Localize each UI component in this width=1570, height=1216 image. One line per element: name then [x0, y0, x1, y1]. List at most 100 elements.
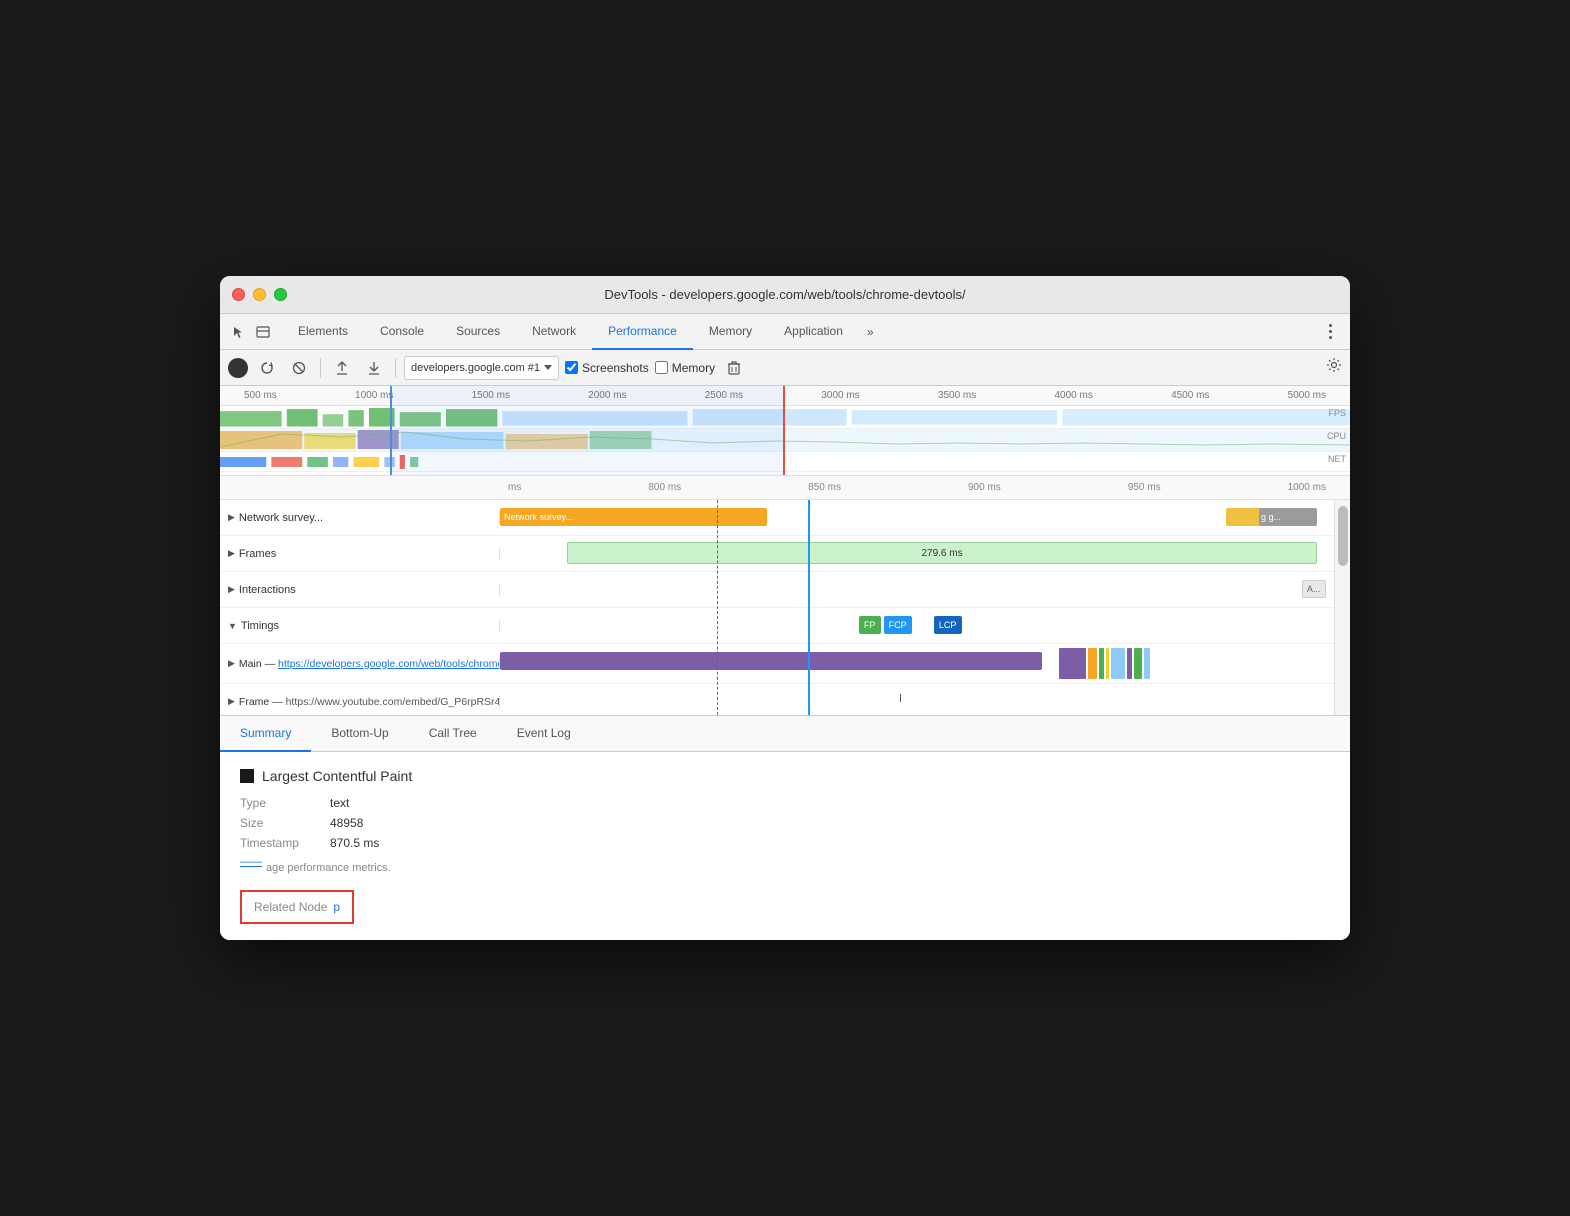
row-content-frame — [500, 684, 1334, 715]
clear-button[interactable] — [286, 355, 312, 381]
tab-elements[interactable]: Elements — [282, 314, 364, 350]
fps-overview-row: FPS — [220, 406, 1350, 429]
settings-button[interactable] — [1326, 357, 1342, 378]
main-thread-segments — [1059, 648, 1334, 679]
window-title: DevTools - developers.google.com/web/too… — [604, 287, 965, 302]
tab-summary[interactable]: Summary — [220, 716, 311, 752]
more-tabs[interactable]: » — [859, 325, 882, 339]
tab-sources[interactable]: Sources — [440, 314, 516, 350]
toolbar-separator-2 — [395, 358, 396, 378]
tab-event-log[interactable]: Event Log — [497, 716, 591, 752]
row-label-network-survey[interactable]: ▶ Network survey... — [220, 512, 500, 524]
performance-toolbar: developers.google.com #1 Screenshots Mem… — [220, 350, 1350, 386]
size-value: 48958 — [330, 816, 363, 830]
trash-button[interactable] — [721, 355, 747, 381]
toolbar-separator-1 — [320, 358, 321, 378]
row-label-frames[interactable]: ▶ Frames — [220, 548, 500, 560]
memory-checkbox[interactable] — [655, 361, 668, 374]
record-button[interactable] — [228, 358, 248, 378]
cpu-overview-row: CPU — [220, 429, 1350, 452]
expand-icon[interactable]: ▶ — [228, 512, 235, 523]
type-row: Type text — [240, 796, 1330, 810]
timestamp-label: Timestamp — [240, 836, 330, 850]
row-content-interactions: A... — [500, 572, 1334, 607]
url-selector[interactable]: developers.google.com #1 — [404, 356, 559, 380]
row-label-main[interactable]: ▶ Main — https://developers.google.com/w… — [220, 658, 500, 670]
lcp-icon — [240, 769, 254, 783]
type-label: Type — [240, 796, 330, 810]
row-content-main — [500, 644, 1334, 683]
screenshots-checkbox-group: Screenshots — [565, 361, 649, 375]
overview-ruler: 500 ms 1000 ms 1500 ms 2000 ms 2500 ms 3… — [220, 386, 1350, 406]
size-label: Size — [240, 816, 330, 830]
timestamp-row: Timestamp 870.5 ms — [240, 836, 1330, 850]
tab-performance[interactable]: Performance — [592, 314, 693, 350]
bottom-panel: Summary Bottom-Up Call Tree Event Log La… — [220, 716, 1350, 940]
close-button[interactable] — [232, 288, 245, 301]
timeline-row-main: ▶ Main — https://developers.google.com/w… — [220, 644, 1350, 684]
scrollbar-thumb[interactable] — [1338, 506, 1348, 566]
timing-lcp-marker[interactable]: LCP — [934, 616, 962, 634]
row-label-interactions[interactable]: ▶ Interactions — [220, 584, 500, 596]
screenshots-label[interactable]: Screenshots — [582, 361, 649, 375]
expand-icon[interactable]: ▶ — [228, 658, 235, 669]
network-bar-3: g g... — [1259, 508, 1317, 526]
maximize-button[interactable] — [274, 288, 287, 301]
type-value: text — [330, 796, 349, 810]
timeline-row-frame: ▶ Frame — https://www.youtube.com/embed/… — [220, 684, 1350, 715]
timeline-ruler-row: ms 800 ms 850 ms 900 ms 950 ms 1000 ms — [220, 476, 1350, 500]
frames-bar: 279.6 ms — [567, 542, 1318, 564]
timeline-rows: ▶ Network survey... Network survey... g … — [220, 500, 1350, 715]
download-button[interactable] — [361, 355, 387, 381]
bottom-tabs: Summary Bottom-Up Call Tree Event Log — [220, 716, 1350, 752]
dock-icon[interactable] — [252, 319, 274, 345]
timestamp-value: 870.5 ms — [330, 836, 379, 850]
timing-fcp-marker[interactable]: FCP — [884, 616, 912, 634]
main-thread-bar — [500, 652, 1042, 670]
desc-text: age performance metrics. — [266, 862, 391, 874]
tab-console[interactable]: Console — [364, 314, 440, 350]
timeline-row-interactions: ▶ Interactions A... — [220, 572, 1350, 608]
cursor-icon[interactable] — [228, 319, 250, 345]
timing-fp-marker[interactable]: FP — [859, 616, 881, 634]
tab-memory[interactable]: Memory — [693, 314, 768, 350]
size-row: Size 48958 — [240, 816, 1330, 830]
collapse-icon[interactable]: ▼ — [228, 621, 237, 631]
timeline-row-network-survey: ▶ Network survey... Network survey... g … — [220, 500, 1350, 536]
devtools-window: DevTools - developers.google.com/web/too… — [220, 276, 1350, 940]
net-overview-row: NET — [220, 452, 1350, 472]
timeline-row-timings: ▼ Timings FP FCP LCP — [220, 608, 1350, 644]
titlebar: DevTools - developers.google.com/web/too… — [220, 276, 1350, 314]
ruler-marks: 500 ms 1000 ms 1500 ms 2000 ms 2500 ms 3… — [224, 390, 1346, 401]
expand-icon[interactable]: ▶ — [228, 696, 235, 707]
vertical-scrollbar[interactable] — [1334, 500, 1350, 715]
devtools-menu[interactable] — [1318, 320, 1342, 344]
reload-button[interactable] — [254, 355, 280, 381]
frame-marker — [900, 694, 901, 702]
memory-label[interactable]: Memory — [672, 361, 715, 375]
row-label-frame[interactable]: ▶ Frame — https://www.youtube.com/embed/… — [220, 696, 500, 708]
desc-row: —— age performance metrics. — [240, 856, 1330, 884]
nav-tabs: Elements Console Sources Network Perform… — [220, 314, 1350, 350]
expand-icon[interactable]: ▶ — [228, 548, 235, 559]
row-content-timings: FP FCP LCP — [500, 608, 1334, 643]
timeline-main: ms 800 ms 850 ms 900 ms 950 ms 1000 ms ▶ — [220, 476, 1350, 716]
tab-call-tree[interactable]: Call Tree — [409, 716, 497, 752]
traffic-lights — [232, 288, 287, 301]
memory-checkbox-group: Memory — [655, 361, 715, 375]
timeline-overview[interactable]: 500 ms 1000 ms 1500 ms 2000 ms 2500 ms 3… — [220, 386, 1350, 476]
screenshots-checkbox[interactable] — [565, 361, 578, 374]
expand-icon[interactable]: ▶ — [228, 584, 235, 595]
tab-bottom-up[interactable]: Bottom-Up — [311, 716, 408, 752]
minimize-button[interactable] — [253, 288, 266, 301]
interaction-a-item: A... — [1302, 580, 1326, 598]
lcp-title: Largest Contentful Paint — [262, 768, 412, 784]
tab-application[interactable]: Application — [768, 314, 859, 350]
upload-button[interactable] — [329, 355, 355, 381]
bottom-content: Largest Contentful Paint Type text Size … — [220, 752, 1350, 940]
related-node-value[interactable]: p — [333, 900, 340, 914]
devtools-body: Elements Console Sources Network Perform… — [220, 314, 1350, 940]
row-label-timings[interactable]: ▼ Timings — [220, 620, 500, 632]
network-bar-1: Network survey... — [500, 508, 767, 526]
tab-network[interactable]: Network — [516, 314, 592, 350]
